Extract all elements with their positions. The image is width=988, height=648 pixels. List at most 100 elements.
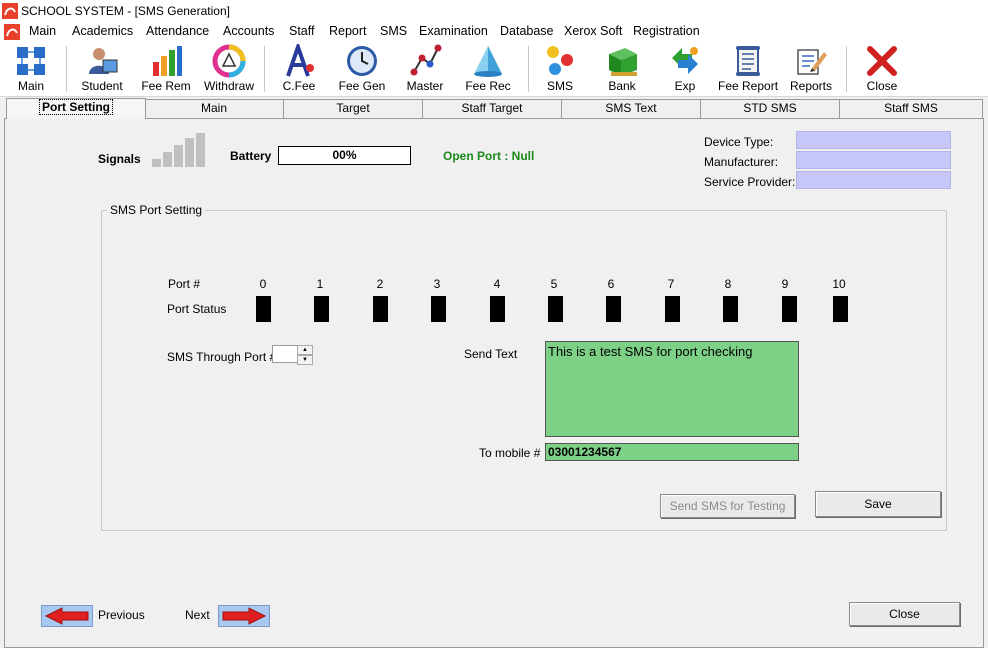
title-bar: SCHOOL SYSTEM - [SMS Generation]: [0, 0, 988, 22]
port-number: 3: [433, 277, 441, 291]
service-provider-label: Service Provider:: [704, 175, 796, 189]
port-number: 9: [781, 277, 789, 291]
menu-sms[interactable]: SMS: [380, 24, 407, 38]
port-status-indicator: [723, 296, 738, 322]
toolbar-fee-rec-button[interactable]: Fee Rec: [464, 44, 512, 96]
app-menu-icon[interactable]: [4, 24, 20, 40]
port-status-indicator: [314, 296, 329, 322]
sms-port-setting-group: [101, 210, 947, 531]
save-button[interactable]: Save: [815, 491, 941, 517]
send-text-input[interactable]: This is a test SMS for port checking: [545, 341, 799, 437]
tab-target[interactable]: Target: [283, 99, 423, 118]
port-number: 1: [316, 277, 324, 291]
toolbar-fee-rem-button[interactable]: Fee Rem: [140, 44, 192, 96]
menu-staff[interactable]: Staff: [289, 24, 314, 38]
left-arrow-icon: [44, 607, 89, 625]
battery-progress: 00%: [278, 146, 411, 165]
tab-staff-sms[interactable]: Staff SMS: [839, 99, 983, 118]
previous-button[interactable]: [41, 605, 93, 627]
mobile-number-input[interactable]: 03001234567: [545, 443, 799, 461]
send-sms-testing-button[interactable]: Send SMS for Testing: [660, 494, 795, 518]
toolbar-master-button[interactable]: Master: [402, 44, 448, 96]
menu-accounts[interactable]: Accounts: [223, 24, 274, 38]
toolbar-withdraw-button[interactable]: Withdraw: [200, 44, 258, 96]
port-number: 10: [832, 277, 846, 291]
port-number: 8: [724, 277, 732, 291]
service-provider-field: [796, 171, 951, 189]
toolbar-fee-gen-button[interactable]: Fee Gen: [336, 44, 388, 96]
tab-strip: Port Setting Main Target Staff Target SM…: [4, 98, 986, 119]
port-status-indicator: [665, 296, 680, 322]
sms-port-spinner: ▲ ▼: [272, 345, 313, 365]
open-port-status: Open Port : Null: [443, 149, 535, 163]
port-number: 0: [259, 277, 267, 291]
port-status-indicator: [490, 296, 505, 322]
port-number: 7: [667, 277, 675, 291]
window-title: SCHOOL SYSTEM - [SMS Generation]: [21, 4, 230, 18]
toolbar-fee-report-button[interactable]: Fee Report: [718, 44, 778, 96]
bank-icon: [609, 48, 637, 76]
port-status-indicator: [431, 296, 446, 322]
app-icon: [2, 3, 18, 19]
menu-bar: Main Academics Attendance Accounts Staff…: [0, 22, 988, 42]
port-number: 5: [550, 277, 558, 291]
battery-label: Battery: [230, 149, 272, 163]
close-button[interactable]: Close: [849, 602, 960, 626]
pyramid-icon: [474, 46, 502, 77]
toolbar-c-fee-button[interactable]: C.Fee: [278, 44, 320, 96]
next-label[interactable]: Next: [185, 608, 210, 622]
port-number: 6: [607, 277, 615, 291]
toolbar-bank-button[interactable]: Bank: [600, 44, 644, 96]
bubbles-icon: [547, 46, 573, 75]
toolbar-reports-button[interactable]: Reports: [788, 44, 834, 96]
previous-label[interactable]: Previous: [98, 608, 145, 622]
menu-registration[interactable]: Registration: [633, 24, 700, 38]
tab-sms-text[interactable]: SMS Text: [561, 99, 701, 118]
tab-std-sms[interactable]: STD SMS: [700, 99, 840, 118]
font-icon: [286, 44, 314, 77]
spinner-up-button[interactable]: ▲: [297, 345, 313, 355]
port-status-indicator: [782, 296, 797, 322]
toolbar-close-button[interactable]: Close: [860, 44, 904, 96]
scroll-icon: [736, 46, 760, 76]
port-status-indicator: [256, 296, 271, 322]
sms-through-port-label: SMS Through Port #: [167, 350, 277, 364]
port-status-label: Port Status: [167, 302, 227, 316]
send-text-label: Send Text: [464, 347, 518, 361]
toolbar-sms-button[interactable]: SMS: [540, 44, 580, 96]
color-wheel-icon: [212, 44, 246, 78]
device-type-label: Device Type:: [704, 135, 774, 149]
menu-main[interactable]: Main: [29, 24, 56, 38]
port-status-indicator: [548, 296, 563, 322]
signals-label: Signals: [98, 152, 141, 166]
graph-icon: [410, 44, 442, 76]
menu-xerox-soft[interactable]: Xerox Soft: [564, 24, 622, 38]
menu-database[interactable]: Database: [500, 24, 554, 38]
device-type-field: [796, 131, 951, 149]
next-button[interactable]: [218, 605, 270, 627]
menu-examination[interactable]: Examination: [419, 24, 488, 38]
toolbar-main-button[interactable]: Main: [8, 44, 54, 96]
toolbar: Main Student Fee Rem Withdraw C.Fee Fee …: [0, 42, 988, 97]
toolbar-exp-button[interactable]: Exp: [664, 44, 706, 96]
menu-academics[interactable]: Academics: [72, 24, 133, 38]
to-mobile-label: To mobile #: [479, 446, 541, 460]
bar-chart-icon: [153, 46, 182, 76]
tab-port-setting[interactable]: Port Setting: [6, 98, 146, 119]
report-icon: [797, 49, 827, 75]
spinner-down-button[interactable]: ▼: [297, 355, 313, 365]
menu-report[interactable]: Report: [329, 24, 367, 38]
tab-staff-target[interactable]: Staff Target: [422, 99, 562, 118]
arrows-icon: [672, 47, 698, 74]
tab-main[interactable]: Main: [144, 99, 284, 118]
port-number-label: Port #: [168, 277, 201, 291]
signal-strength-icon: [152, 133, 205, 167]
toolbar-student-button[interactable]: Student: [76, 44, 128, 96]
menu-attendance[interactable]: Attendance: [146, 24, 209, 38]
group-title: SMS Port Setting: [107, 203, 206, 217]
right-arrow-icon: [222, 607, 267, 625]
manufacturer-label: Manufacturer:: [704, 155, 779, 169]
port-number: 4: [493, 277, 501, 291]
sms-port-input[interactable]: [272, 345, 298, 363]
close-icon: [867, 46, 897, 76]
